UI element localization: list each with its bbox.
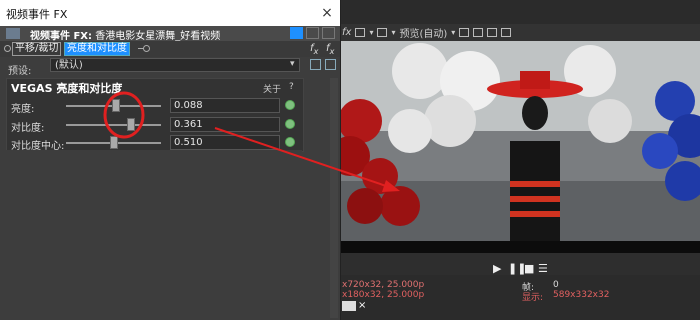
annotation-arrow-line [214,127,393,189]
annotation-arrow-head [382,180,400,192]
annotation-circle [103,91,145,139]
annotation-overlay [103,91,400,192]
